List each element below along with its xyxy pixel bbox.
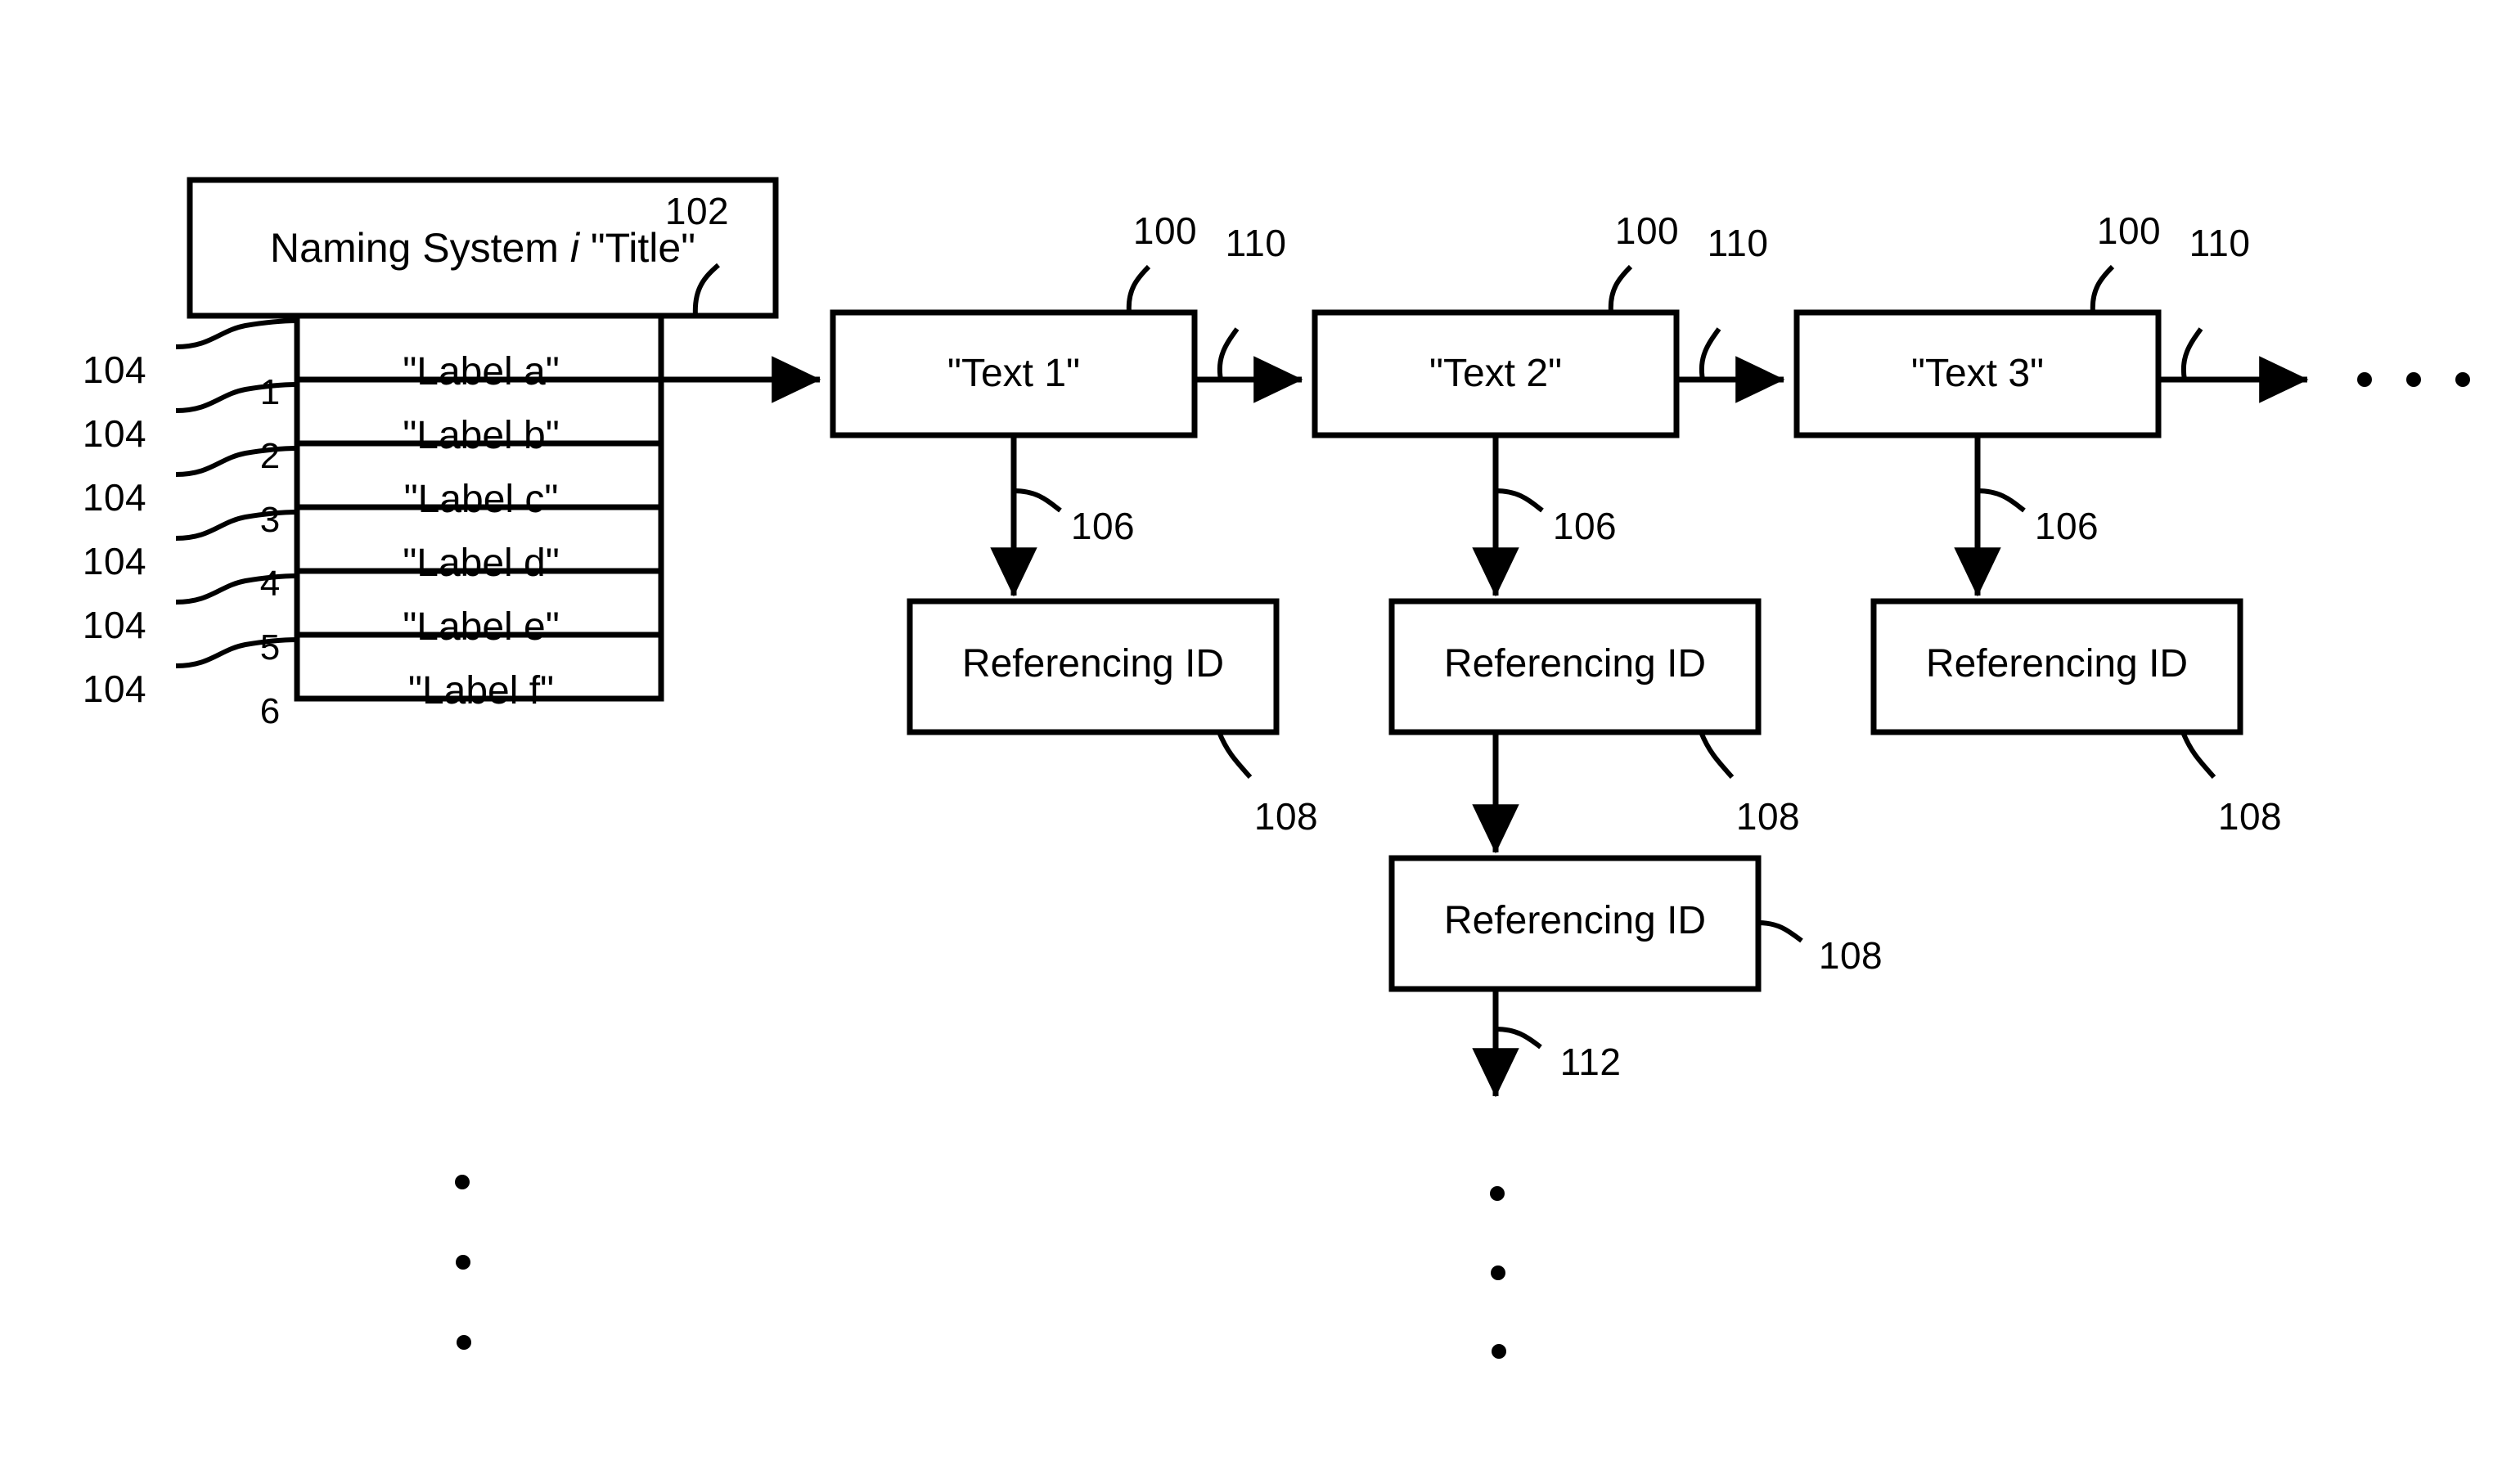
label-cell-4: "Label d" (403, 542, 560, 585)
row-index-3: 3 (259, 500, 281, 540)
leader-106-1 (1013, 488, 1062, 513)
leader-112 (1495, 1027, 1542, 1050)
ref-108-col-1: 108 (1253, 795, 1319, 838)
ref-106-col-1: 106 (1070, 505, 1136, 547)
ref-100-col-3: 100 (2096, 209, 2162, 252)
ref-102: 102 (664, 190, 730, 232)
label-cell-2: "Label b" (403, 414, 560, 457)
ref-110-col-1: 110 (1225, 222, 1287, 264)
row-index-6: 6 (259, 691, 281, 731)
table-ellipsis-dot-1 (455, 1175, 470, 1189)
leader-108-3 (2180, 731, 2216, 779)
leader-100-3 (2090, 264, 2115, 313)
ref-104-row-1: 104 (82, 348, 147, 391)
leader-104-1 (175, 318, 298, 349)
ref-108-col-2b: 108 (1818, 934, 1883, 977)
label-cell-5: "Label e" (403, 605, 560, 649)
chain-ellipsis-dot-1 (2357, 372, 2372, 387)
table-ellipsis-dot-2 (456, 1255, 470, 1270)
column2-ellipsis-dot-3 (1492, 1344, 1506, 1359)
label-cell-3: "Label c" (403, 478, 559, 521)
id-node-label-2b: Referencing ID (1443, 899, 1707, 942)
leader-110-1 (1217, 327, 1240, 380)
ref-112-col-2: 112 (1559, 1041, 1622, 1083)
leader-100-1 (1126, 264, 1151, 313)
ref-104-row-3: 104 (82, 476, 147, 519)
leader-108-1 (1217, 731, 1253, 779)
row-index-5: 5 (259, 627, 281, 668)
column2-ellipsis-dot-2 (1491, 1265, 1505, 1280)
ref-108-col-2a: 108 (1735, 795, 1801, 838)
row-index-1: 1 (259, 372, 281, 412)
ref-100-col-1: 100 (1132, 209, 1198, 252)
patent-figure: Naming System i "Title" 102 104 1 "Label… (0, 0, 2520, 1479)
ref-104-row-2: 104 (82, 412, 147, 455)
label-cell-1: "Label a" (403, 350, 560, 393)
ref-108-col-3: 108 (2217, 795, 2283, 838)
leader-102 (692, 263, 720, 317)
id-node-label-1a: Referencing ID (961, 642, 1225, 686)
ref-100-col-2: 100 (1614, 209, 1680, 252)
naming-system-title: Naming System i "Title" (270, 227, 695, 268)
leader-110-3 (2180, 327, 2203, 380)
column2-ellipsis-dot-1 (1490, 1186, 1505, 1201)
ref-110-col-3: 110 (2189, 222, 2251, 264)
id-node-label-2a: Referencing ID (1443, 642, 1707, 686)
leader-108-2b (1757, 920, 1803, 943)
ref-104-row-5: 104 (82, 604, 147, 646)
row-index-2: 2 (259, 436, 281, 476)
text-node-label-2: "Text 2" (1429, 352, 1563, 395)
ref-106-col-3: 106 (2034, 505, 2099, 547)
naming-system-title-italic: i (569, 225, 579, 271)
label-cell-6: "Label f" (407, 669, 555, 713)
id-node-label-3a: Referencing ID (1925, 642, 2189, 686)
table-ellipsis-dot-3 (457, 1335, 471, 1350)
ref-104-row-6: 104 (82, 668, 147, 710)
ref-110-col-2: 110 (1707, 222, 1769, 264)
chain-ellipsis-dot-3 (2455, 372, 2470, 387)
text-node-label-3: "Text 3" (1910, 352, 2045, 395)
leader-108-2a (1699, 731, 1735, 779)
text-node-label-1: "Text 1" (947, 352, 1081, 395)
row-index-4: 4 (259, 564, 281, 604)
leader-100-2 (1608, 264, 1633, 313)
leader-106-3 (1977, 488, 2026, 513)
leader-110-2 (1699, 327, 1721, 380)
ref-104-row-4: 104 (82, 540, 147, 582)
chain-ellipsis-dot-2 (2406, 372, 2421, 387)
leader-106-2 (1495, 488, 1544, 513)
ref-106-col-2: 106 (1552, 505, 1618, 547)
naming-system-title-prefix: Naming System (270, 225, 559, 271)
